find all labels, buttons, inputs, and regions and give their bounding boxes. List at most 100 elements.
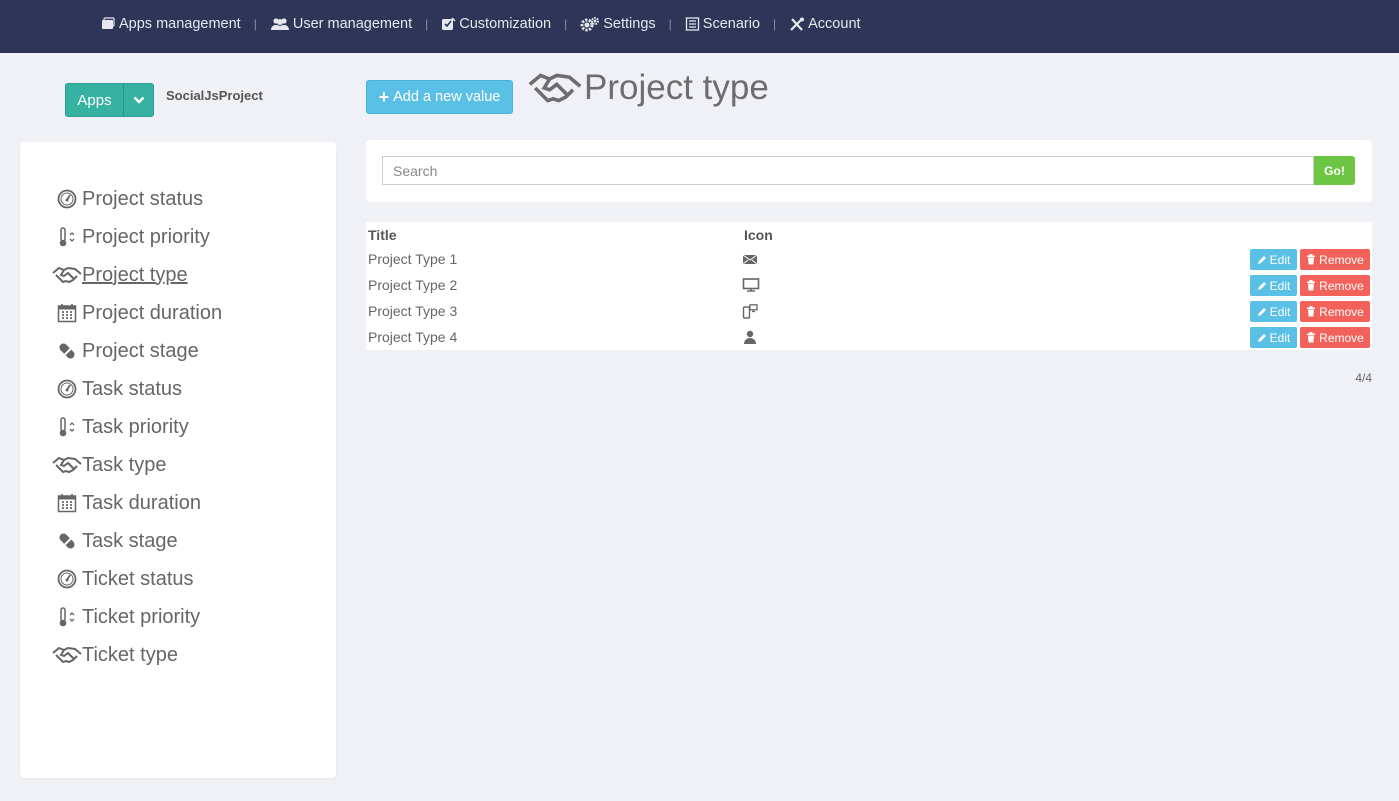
row-title: Project Type 2: [368, 277, 458, 293]
pencil-icon: [1257, 255, 1266, 264]
chevron-down-icon[interactable]: [124, 84, 153, 116]
sidebar-item-label: Task status: [82, 377, 183, 400]
customization-icon: [442, 17, 456, 30]
monitor-icon: [742, 278, 760, 297]
sidebar-item-label: Task stage: [82, 529, 178, 552]
edit-button[interactable]: Edit: [1250, 327, 1297, 348]
search-card: Go!: [366, 140, 1372, 202]
sidebar-item-label: Project duration: [82, 301, 223, 324]
main-nav: Apps management | User management | Cust…: [100, 0, 861, 48]
row-title: Project Type 3: [368, 303, 458, 319]
sidebar-item-ticket-priority[interactable]: Ticket priority: [52, 598, 222, 636]
plus-icon: +: [378, 87, 390, 107]
remove-button[interactable]: Remove: [1300, 249, 1370, 270]
sidebar-item-task-stage[interactable]: Task stage: [52, 522, 222, 560]
nav-separator: |: [668, 17, 672, 31]
nav-separator: |: [564, 17, 568, 31]
nav-label: Apps management: [119, 16, 241, 32]
nav-separator: |: [253, 17, 257, 31]
nav-account[interactable]: Account: [789, 16, 861, 32]
sidebar-item-project-stage[interactable]: Project stage: [52, 332, 222, 370]
add-new-value-button[interactable]: + Add a new value: [366, 80, 513, 114]
sidebar-item-task-type[interactable]: Task type: [52, 446, 222, 484]
edit-button[interactable]: Edit: [1250, 249, 1297, 270]
top-navbar: Apps management | User management | Cust…: [0, 0, 1399, 53]
apps-dropdown-button[interactable]: Apps: [65, 83, 154, 117]
thermometer-icon: [52, 416, 82, 438]
tools-icon: [790, 17, 805, 31]
sidebar-item-ticket-status[interactable]: Ticket status: [52, 560, 222, 598]
pencil-icon: [1257, 307, 1266, 316]
nav-label: Account: [808, 16, 861, 32]
pencil-icon: [1257, 281, 1266, 290]
nav-label: Settings: [603, 16, 656, 32]
column-header-icon: Icon: [744, 227, 773, 243]
sidebar-item-label: Task duration: [82, 491, 201, 514]
nav-settings[interactable]: Settings: [580, 16, 656, 32]
sidebar-item-label: Project type: [82, 263, 188, 286]
remove-button[interactable]: Remove: [1300, 275, 1370, 296]
nav-scenario[interactable]: Scenario: [685, 16, 760, 32]
handshake-icon: [52, 645, 82, 665]
sidebar-item-project-type[interactable]: Project type: [52, 256, 222, 294]
sidebar-item-task-duration[interactable]: Task duration: [52, 484, 222, 522]
nav-customization[interactable]: Customization: [441, 16, 551, 32]
edit-label: Edit: [1269, 330, 1291, 345]
sidebar-item-task-status[interactable]: Task status: [52, 370, 222, 408]
handshake-icon: [52, 265, 82, 285]
sidebar-item-label: Ticket type: [82, 643, 178, 666]
sidebar: Project status Project priority Project …: [20, 142, 336, 778]
search-input[interactable]: [382, 156, 1314, 185]
sidebar-item-project-priority[interactable]: Project priority: [52, 218, 222, 256]
pill-icon: [52, 341, 82, 361]
add-button-label: Add a new value: [393, 89, 501, 105]
trash-icon: [1307, 306, 1316, 317]
values-table: Title Icon Project Type 1 Edit Remove Pr…: [366, 222, 1372, 350]
page-title-text: Project type: [584, 68, 769, 107]
dashboard-icon: [52, 189, 82, 209]
handshake-icon: [528, 73, 582, 103]
edit-label: Edit: [1269, 252, 1291, 267]
sidebar-item-project-duration[interactable]: Project duration: [52, 294, 222, 332]
envelope-icon: [742, 252, 758, 271]
list-icon: [685, 17, 699, 31]
table-row: Project Type 1 Edit Remove: [366, 247, 1372, 273]
sidebar-item-label: Project stage: [82, 339, 199, 362]
dashboard-icon: [52, 569, 82, 589]
sidebar-item-label: Project status: [82, 187, 204, 210]
calendar-icon: [52, 303, 82, 323]
edit-label: Edit: [1269, 304, 1291, 319]
search-go-button[interactable]: Go!: [1314, 156, 1355, 185]
table-row: Project Type 4 Edit Remove: [366, 325, 1372, 351]
remove-label: Remove: [1319, 304, 1364, 319]
table-row: Project Type 2 Edit Remove: [366, 273, 1372, 299]
remove-label: Remove: [1319, 252, 1364, 267]
apps-icon: [102, 17, 115, 29]
nav-separator: |: [425, 17, 429, 31]
sidebar-list: Project status Project priority Project …: [52, 180, 222, 674]
edit-label: Edit: [1269, 278, 1291, 293]
sidebar-item-label: Task priority: [82, 415, 189, 438]
thermometer-icon: [52, 606, 82, 628]
nav-user-management[interactable]: User management: [270, 16, 412, 32]
edit-button[interactable]: Edit: [1250, 301, 1297, 322]
edit-button[interactable]: Edit: [1250, 275, 1297, 296]
remove-button[interactable]: Remove: [1300, 327, 1370, 348]
sidebar-item-label: Ticket status: [82, 567, 194, 590]
sidebar-item-project-status[interactable]: Project status: [52, 180, 222, 218]
sidebar-item-label: Ticket priority: [82, 605, 201, 628]
trash-icon: [1307, 254, 1316, 265]
row-title: Project Type 1: [368, 251, 458, 267]
remove-button[interactable]: Remove: [1300, 301, 1370, 322]
nav-apps-management[interactable]: Apps management: [100, 16, 241, 32]
calendar-icon: [52, 493, 82, 513]
handshake-icon: [52, 455, 82, 475]
column-header-title: Title: [368, 227, 397, 243]
nav-label: User management: [292, 16, 413, 32]
sidebar-item-task-priority[interactable]: Task priority: [52, 408, 222, 446]
table-row: Project Type 3 Edit Remove: [366, 299, 1372, 325]
nav-separator: |: [773, 17, 777, 31]
sidebar-item-label: Task type: [82, 453, 167, 476]
sidebar-item-label: Project priority: [82, 225, 210, 248]
sidebar-item-ticket-type[interactable]: Ticket type: [52, 636, 222, 674]
